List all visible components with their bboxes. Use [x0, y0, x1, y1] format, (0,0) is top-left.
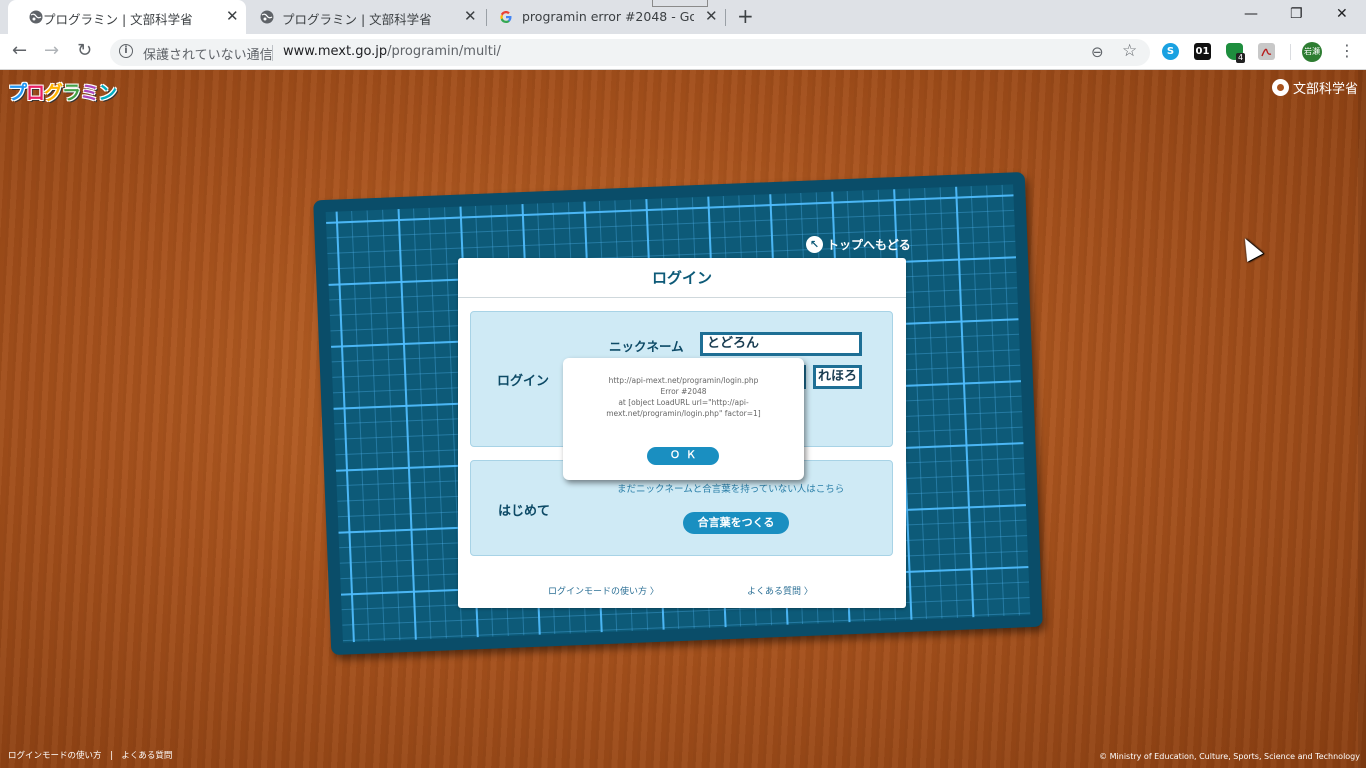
login-section-label: ログイン — [497, 374, 550, 389]
logo-char: ロ — [26, 82, 45, 104]
mext-logo[interactable]: 文部科学省 — [1271, 78, 1358, 97]
close-tab-icon[interactable]: ✕ — [464, 8, 477, 24]
mext-label: 文部科学省 — [1292, 82, 1358, 97]
logo-char: ミ — [80, 82, 99, 104]
url-host: www.mext.go.jp — [283, 44, 388, 59]
close-tab-icon[interactable]: ✕ — [226, 8, 239, 24]
zoom-icon[interactable]: ⊖ — [1091, 43, 1104, 61]
close-tab-icon[interactable]: ✕ — [705, 8, 718, 24]
logo-char: グ — [44, 82, 63, 104]
bookmark-star-icon[interactable]: ☆ — [1122, 41, 1137, 61]
error-message-line: http://api-mext.net/programin/login.php — [608, 376, 759, 385]
logo-char: プ — [8, 82, 27, 104]
restore-button[interactable]: ❐ — [1290, 5, 1303, 23]
globe-icon — [260, 10, 274, 24]
tab-google-search[interactable]: programin error #2048 - Google ✕ — [487, 0, 725, 34]
new-tab-button[interactable]: + — [737, 5, 754, 27]
nickname-label: ニックネーム — [609, 339, 684, 354]
programin-logo[interactable]: プログラミン — [8, 78, 117, 105]
page-scrollbar[interactable] — [1358, 70, 1366, 768]
tab-title: プログラミン | 文部科学省 — [43, 12, 193, 27]
make-password-button[interactable]: 合言葉をつくる — [683, 512, 789, 534]
footer-links[interactable]: ログインモードの使い方 | よくある質問 — [8, 749, 172, 761]
back-arrow-icon[interactable]: ← — [12, 42, 27, 60]
first-time-hint: まだニックネームと合言葉を持っていない人はこちら — [617, 484, 845, 495]
error-message-line: Error #2048 — [660, 387, 707, 396]
password-input-part[interactable]: れほろ — [813, 365, 862, 389]
tab-programin-1[interactable]: プログラミン | 文部科学省 ✕ — [8, 0, 246, 34]
error-message-line: mext.net/programin/login.php" factor=1] — [606, 409, 761, 418]
omnibox-divider — [272, 45, 273, 61]
ok-button[interactable]: ＯＫ — [647, 447, 719, 465]
toolbar-divider — [1290, 44, 1291, 60]
tab-programin-2[interactable]: プログラミン | 文部科学省 ✕ — [246, 0, 486, 34]
error-message-line: at [object LoadURL url="http://api- — [618, 398, 749, 407]
more-menu-icon[interactable]: ⋮ — [1339, 41, 1355, 61]
tab-title: programin error #2048 - Google — [522, 9, 694, 24]
url-path: /programin/multi/ — [387, 44, 501, 59]
logo-char: ン — [98, 82, 117, 104]
first-time-label: はじめて — [498, 504, 551, 519]
profile-avatar[interactable]: 岩瀬 — [1302, 42, 1322, 62]
logo-char: ラ — [62, 82, 81, 104]
faq-link[interactable]: よくある質問 〉 — [747, 584, 813, 597]
mext-emblem-icon — [1271, 79, 1289, 96]
page-viewport: プログラミン 文部科学省 ↖ トップへもどる ログイン ログイン ニックネーム … — [0, 70, 1366, 768]
reload-icon[interactable]: ↻ — [77, 42, 92, 60]
google-g-icon — [500, 11, 512, 23]
tab-title: プログラミン | 文部科学省 — [282, 12, 432, 27]
tab-separator — [725, 9, 726, 26]
pdf-icon[interactable] — [1258, 43, 1275, 60]
mouse-cursor-icon — [1236, 234, 1264, 262]
close-window-button[interactable]: ✕ — [1336, 5, 1348, 23]
address-bar[interactable]: i 保護されていない通信 www.mext.go.jp/programin/mu… — [110, 39, 1150, 66]
back-to-top-label: トップへもどる — [827, 238, 911, 252]
how-to-login-link[interactable]: ログインモードの使い方 〉 — [548, 584, 659, 597]
browser-toolbar: ← → ↻ i 保護されていない通信 www.mext.go.jp/progra… — [0, 34, 1366, 70]
url-text[interactable]: www.mext.go.jp/programin/multi/ — [283, 44, 501, 59]
back-arrow-circle-icon: ↖ — [806, 236, 823, 253]
error-dialog: http://api-mext.net/programin/login.php … — [563, 358, 804, 480]
minimize-button[interactable]: — — [1244, 5, 1258, 23]
01-icon[interactable]: 01 — [1194, 43, 1211, 60]
back-to-top-link[interactable]: ↖ トップへもどる — [806, 236, 911, 253]
tab-strip: プログラミン | 文部科学省 ✕ プログラミン | 文部科学省 ✕ progra… — [0, 0, 1366, 34]
forward-arrow-icon[interactable]: → — [44, 42, 59, 60]
security-status-text[interactable]: 保護されていない通信 — [143, 44, 273, 63]
nickname-input[interactable]: とどろん — [700, 332, 862, 356]
info-icon[interactable]: i — [119, 44, 133, 58]
login-panel-title: ログイン — [458, 258, 906, 298]
globe-icon — [29, 10, 43, 24]
extension-badge: 4 — [1236, 53, 1246, 63]
copyright-text: © Ministry of Education, Culture, Sports… — [1099, 752, 1360, 761]
skype-icon[interactable]: S — [1162, 43, 1179, 60]
